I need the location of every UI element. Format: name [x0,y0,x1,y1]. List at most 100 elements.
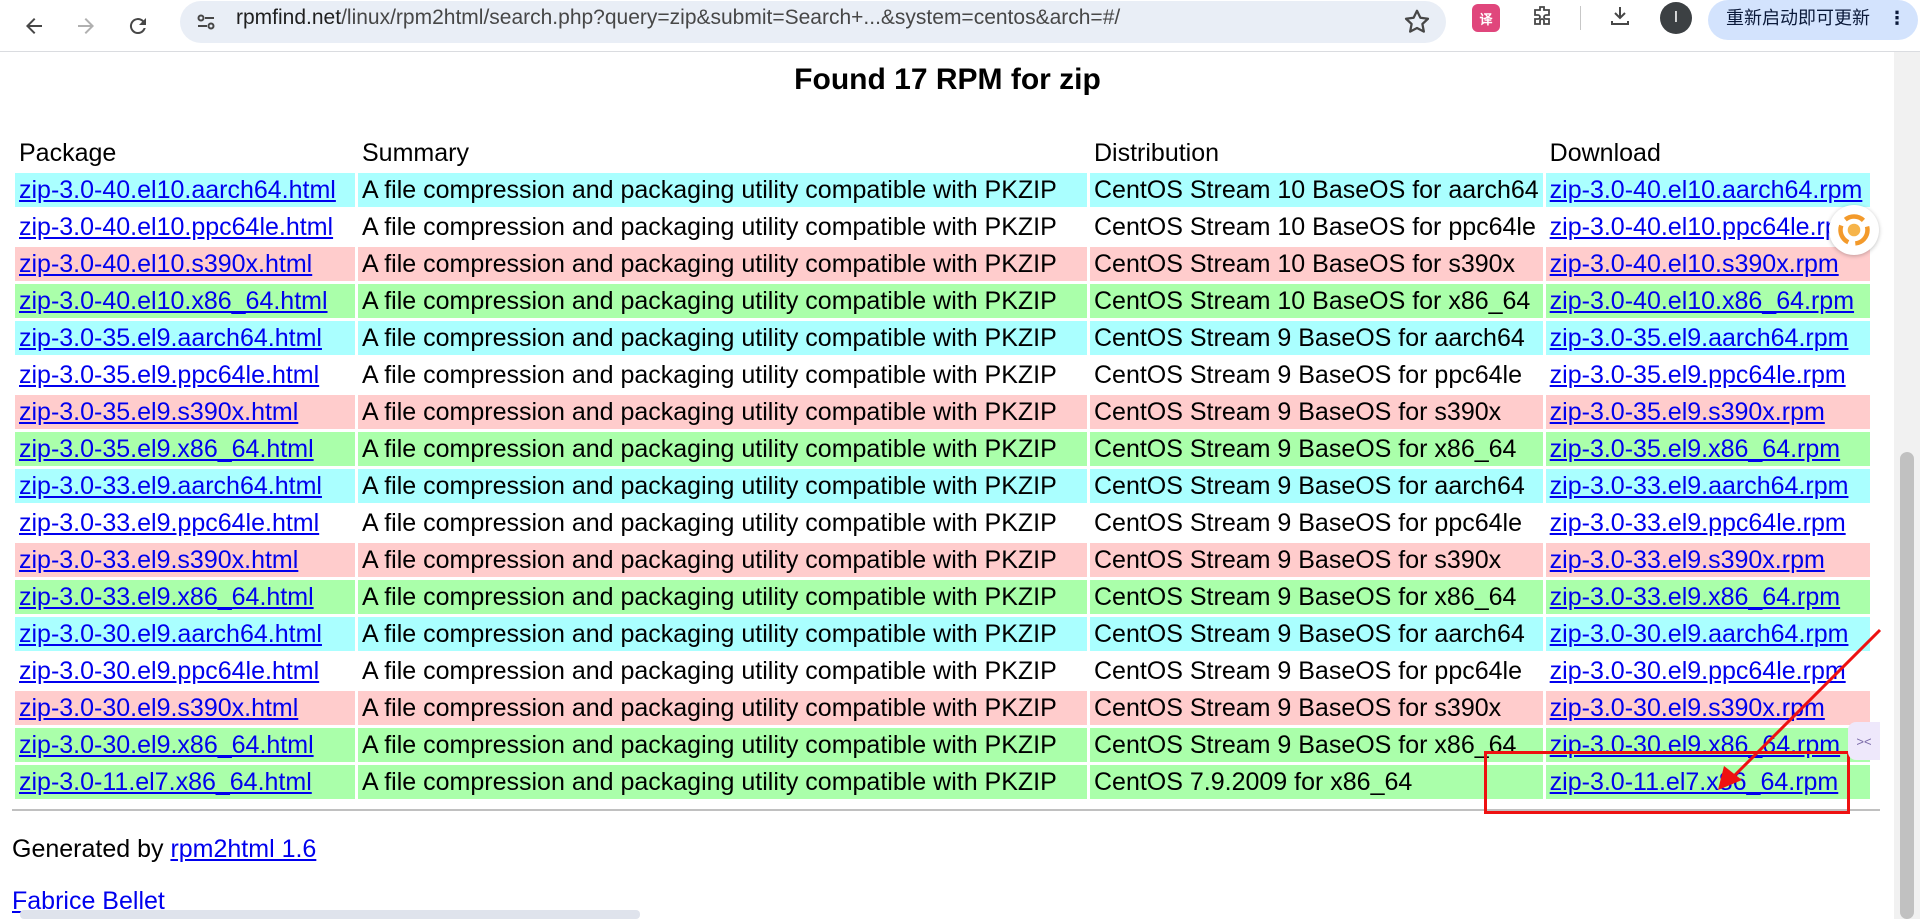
table-row: zip-3.0-40.el10.aarch64.html A file compr… [15,173,1870,207]
download-cell: zip-3.0-35.el9.aarch64.rpm [1545,321,1870,355]
summary-cell: A file compression and packaging utility… [358,284,1087,318]
download-link[interactable]: zip-3.0-35.el9.ppc64le.rpm [1550,361,1846,389]
package-link[interactable]: zip-3.0-40.el10.aarch64.html [19,176,336,204]
distribution-cell: CentOS Stream 9 BaseOS for x86_64 [1090,432,1543,466]
side-panel-tab-icon[interactable]: >< [1848,722,1880,760]
toolbar-divider [1580,6,1581,30]
reload-button[interactable] [118,6,158,46]
download-link[interactable]: zip-3.0-35.el9.x86_64.rpm [1550,435,1840,463]
package-cell: zip-3.0-33.el9.ppc64le.html [15,506,355,540]
summary-cell: A file compression and packaging utility… [358,543,1087,577]
package-cell: zip-3.0-35.el9.s390x.html [15,395,355,429]
profile-avatar[interactable]: I [1660,2,1692,34]
package-link[interactable]: zip-3.0-30.el9.s390x.html [19,694,298,722]
back-button[interactable] [14,6,54,46]
package-link[interactable]: zip-3.0-35.el9.s390x.html [19,398,298,426]
package-link[interactable]: zip-3.0-35.el9.ppc64le.html [19,361,319,389]
summary-cell: A file compression and packaging utility… [358,765,1087,799]
download-cell: zip-3.0-40.el10.aarch64.rpm [1545,173,1870,207]
download-cell: zip-3.0-33.el9.x86_64.rpm [1545,580,1870,614]
table-row: zip-3.0-33.el9.s390x.html A file compress… [15,543,1870,577]
url-text[interactable]: rpmfind.net/linux/rpm2html/search.php?qu… [236,1,1120,43]
summary-cell: A file compression and packaging utility… [358,321,1087,355]
package-link[interactable]: zip-3.0-40.el10.s390x.html [19,250,312,278]
table-row: zip-3.0-40.el10.ppc64le.html A file compr… [15,210,1870,244]
package-cell: zip-3.0-30.el9.x86_64.html [15,728,355,762]
package-link[interactable]: zip-3.0-33.el9.aarch64.html [19,472,322,500]
download-link[interactable]: zip-3.0-40.el10.ppc64le.rpm [1550,213,1860,241]
package-link[interactable]: zip-3.0-30.el9.ppc64le.html [19,657,319,685]
site-settings-icon[interactable] [194,10,218,34]
summary-cell: A file compression and packaging utility… [358,432,1087,466]
package-link[interactable]: zip-3.0-35.el9.aarch64.html [19,324,322,352]
distribution-cell: CentOS Stream 10 BaseOS for x86_64 [1090,284,1543,318]
forward-arrow-icon [78,18,94,34]
download-link[interactable]: zip-3.0-35.el9.s390x.rpm [1550,398,1825,426]
downloads-button[interactable] [1600,0,1640,36]
more-menu-icon[interactable]: ⋮ [1888,0,1906,36]
horizontal-scrollbar[interactable] [20,910,640,919]
scrollbar-thumb[interactable] [1900,452,1914,919]
column-header-download: Download [1549,138,1661,167]
download-link[interactable]: zip-3.0-40.el10.x86_64.rpm [1550,287,1854,315]
star-icon[interactable] [1402,7,1432,37]
package-link[interactable]: zip-3.0-40.el10.ppc64le.html [19,213,333,241]
package-cell: zip-3.0-11.el7.x86_64.html [15,765,355,799]
page-title: Found 17 RPM for zip [794,63,1101,96]
download-cell: zip-3.0-33.el9.ppc64le.rpm [1545,506,1870,540]
puzzle-icon [1534,6,1550,25]
download-link[interactable]: zip-3.0-33.el9.ppc64le.rpm [1550,509,1846,537]
download-link[interactable]: zip-3.0-33.el9.x86_64.rpm [1550,583,1840,611]
package-cell: zip-3.0-40.el10.ppc64le.html [15,210,355,244]
generated-by: Generated by rpm2html 1.6 [12,835,316,864]
table-row: zip-3.0-33.el9.x86_64.html A file compres… [15,580,1870,614]
table-row: zip-3.0-40.el10.x86_64.html A file compre… [15,284,1870,318]
column-header-package: Package [19,138,117,167]
address-bar[interactable]: rpmfind.net/linux/rpm2html/search.php?qu… [180,1,1446,43]
table-row: zip-3.0-35.el9.x86_64.html A file compres… [15,432,1870,466]
table-row: zip-3.0-33.el9.ppc64le.html A file compre… [15,506,1870,540]
table-header-row: Package Summary Distribution Download [15,136,1870,170]
distribution-cell: CentOS Stream 9 BaseOS for s390x [1090,395,1543,429]
extensions-button[interactable] [1522,0,1562,36]
download-link[interactable]: zip-3.0-33.el9.s390x.rpm [1550,546,1825,574]
summary-cell: A file compression and packaging utility… [358,654,1087,688]
vertical-scrollbar[interactable] [1894,52,1920,919]
rpm2html-link[interactable]: rpm2html 1.6 [170,835,316,863]
package-cell: zip-3.0-30.el9.aarch64.html [15,617,355,651]
package-cell: zip-3.0-40.el10.x86_64.html [15,284,355,318]
distribution-cell: CentOS Stream 10 BaseOS for s390x [1090,247,1543,281]
package-link[interactable]: zip-3.0-11.el7.x86_64.html [19,768,312,796]
package-cell: zip-3.0-35.el9.aarch64.html [15,321,355,355]
package-link[interactable]: zip-3.0-30.el9.x86_64.html [19,731,314,759]
download-link[interactable]: zip-3.0-33.el9.aarch64.rpm [1550,472,1849,500]
download-cell: zip-3.0-40.el10.ppc64le.rpm [1545,210,1870,244]
package-link[interactable]: zip-3.0-33.el9.s390x.html [19,546,298,574]
package-cell: zip-3.0-35.el9.ppc64le.html [15,358,355,392]
download-cell: zip-3.0-35.el9.x86_64.rpm [1545,432,1870,466]
assistant-floating-icon[interactable] [1829,205,1879,255]
package-link[interactable]: zip-3.0-40.el10.x86_64.html [19,287,328,315]
download-link[interactable]: zip-3.0-35.el9.aarch64.rpm [1550,324,1849,352]
browser-toolbar: rpmfind.net/linux/rpm2html/search.php?qu… [0,0,1920,52]
column-header-distribution: Distribution [1094,138,1220,167]
distribution-cell: CentOS Stream 9 BaseOS for ppc64le [1090,506,1543,540]
package-link[interactable]: zip-3.0-33.el9.ppc64le.html [19,509,319,537]
update-label: 重新启动即可更新 [1726,8,1870,28]
package-link[interactable]: zip-3.0-33.el9.x86_64.html [19,583,314,611]
package-link[interactable]: zip-3.0-30.el9.aarch64.html [19,620,322,648]
package-link[interactable]: zip-3.0-35.el9.x86_64.html [19,435,314,463]
distribution-cell: CentOS 7.9.2009 for x86_64 [1090,765,1543,799]
relaunch-update-button[interactable]: 重新启动即可更新 ⋮ [1708,0,1918,40]
download-link[interactable]: zip-3.0-40.el10.aarch64.rpm [1550,176,1863,204]
translate-extension-icon[interactable]: 译 [1472,4,1500,32]
package-cell: zip-3.0-30.el9.ppc64le.html [15,654,355,688]
package-cell: zip-3.0-33.el9.s390x.html [15,543,355,577]
table-row: zip-3.0-40.el10.s390x.html A file compres… [15,247,1870,281]
download-cell: zip-3.0-40.el10.x86_64.rpm [1545,284,1870,318]
distribution-cell: CentOS Stream 9 BaseOS for s390x [1090,543,1543,577]
distribution-cell: CentOS Stream 9 BaseOS for x86_64 [1090,580,1543,614]
forward-button[interactable] [66,6,106,46]
summary-cell: A file compression and packaging utility… [358,210,1087,244]
download-link[interactable]: zip-3.0-40.el10.s390x.rpm [1550,250,1839,278]
